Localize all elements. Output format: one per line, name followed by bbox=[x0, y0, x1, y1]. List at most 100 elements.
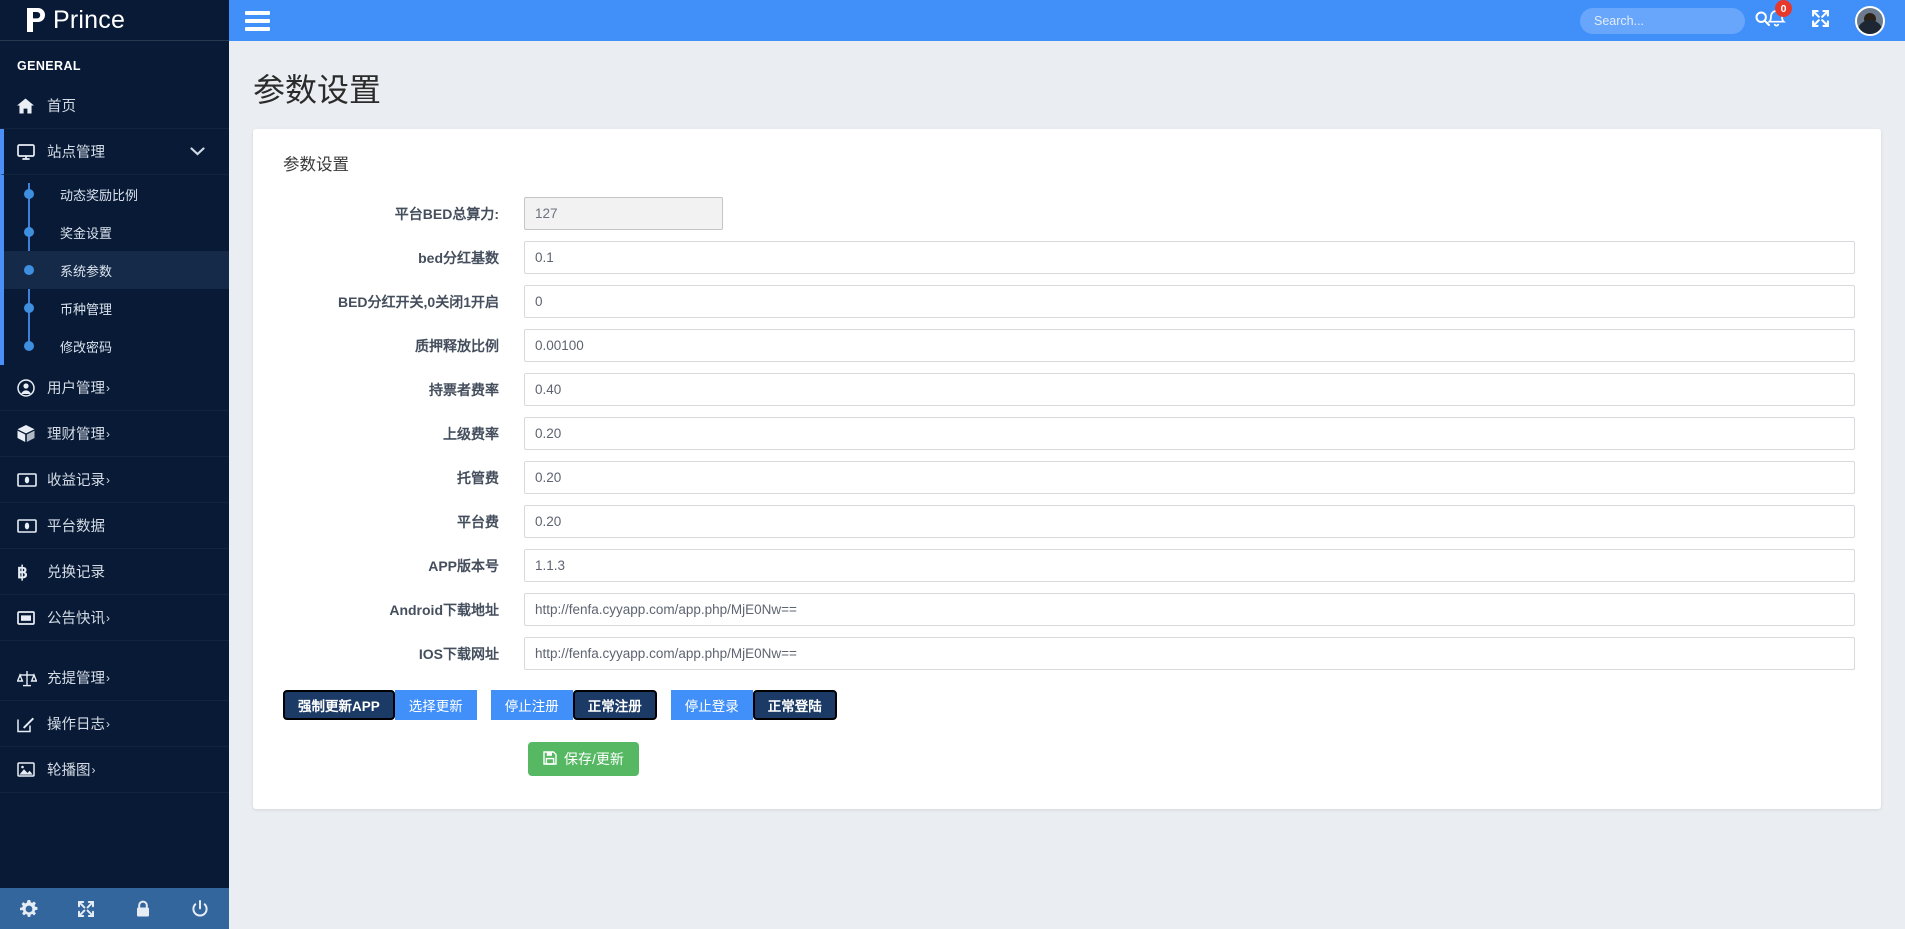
sidebar-item-user-management[interactable]: 用户管理 › bbox=[0, 365, 229, 411]
card-title: 参数设置 bbox=[279, 151, 1855, 175]
pledge-release-ratio-input[interactable] bbox=[524, 329, 1855, 362]
lock-icon[interactable] bbox=[115, 900, 172, 918]
search-box[interactable] bbox=[1580, 8, 1745, 34]
pencil-square-icon bbox=[17, 714, 43, 734]
app-version-input[interactable] bbox=[524, 549, 1855, 582]
home-icon bbox=[17, 96, 43, 116]
app-root: Prince GENERAL 首页 站点管理 动态奖励比例 bbox=[0, 0, 1905, 929]
avatar-body bbox=[1857, 20, 1883, 34]
field-label: IOS下载网址 bbox=[279, 644, 524, 664]
platform-fee-input[interactable] bbox=[524, 505, 1855, 538]
sidebar-item-deposit-withdraw[interactable]: 充提管理 › bbox=[0, 655, 229, 701]
sidebar-subitem-bonus-settings[interactable]: 奖金设置 bbox=[4, 213, 229, 251]
sidebar-item-label: 站点管理 bbox=[47, 141, 105, 162]
sidebar-subitem-currency-management[interactable]: 币种管理 bbox=[4, 289, 229, 327]
platform-bed-total-power-input[interactable] bbox=[524, 197, 723, 230]
settings-card: 参数设置 平台BED总算力: bed分红基数 BED分红开关,0关闭1开启 质押… bbox=[253, 129, 1881, 809]
sidebar-subitem-label: 动态奖励比例 bbox=[60, 185, 138, 204]
field-row: IOS下载网址 bbox=[279, 637, 1855, 670]
svg-text:฿: ฿ bbox=[17, 563, 28, 581]
field-label: 平台BED总算力: bbox=[279, 204, 524, 224]
chevron-right-icon: › bbox=[106, 717, 110, 731]
optional-update-button[interactable]: 选择更新 bbox=[395, 690, 477, 720]
field-row: 平台BED总算力: bbox=[279, 197, 1855, 230]
chevron-right-icon: › bbox=[106, 427, 110, 441]
banknote-icon bbox=[17, 470, 43, 490]
gear-icon[interactable] bbox=[0, 900, 57, 918]
power-icon[interactable] bbox=[172, 900, 229, 918]
force-update-app-button[interactable]: 强制更新APP bbox=[283, 690, 395, 720]
field-label: 平台费 bbox=[279, 512, 524, 532]
banknote-icon bbox=[17, 516, 43, 536]
monitor-icon bbox=[17, 142, 43, 162]
sidebar-item-label: 操作日志 bbox=[47, 713, 105, 734]
sidebar-subitem-label: 奖金设置 bbox=[60, 223, 112, 242]
sidebar-item-label: 充提管理 bbox=[47, 667, 105, 688]
sidebar-subitem-label: 系统参数 bbox=[60, 261, 112, 280]
field-label: Android下载地址 bbox=[279, 600, 524, 620]
prince-p-logo-icon bbox=[23, 6, 49, 34]
sidebar-item-carousel[interactable]: 轮播图 › bbox=[0, 747, 229, 793]
sidebar-footer bbox=[0, 888, 229, 929]
chevron-right-icon: › bbox=[106, 671, 110, 685]
sidebar-item-label: 首页 bbox=[47, 95, 76, 116]
field-row: 上级费率 bbox=[279, 417, 1855, 450]
sidebar-item-exchange-records[interactable]: ฿ 兑换记录 bbox=[0, 549, 229, 595]
field-row: APP版本号 bbox=[279, 549, 1855, 582]
sidebar: Prince GENERAL 首页 站点管理 动态奖励比例 bbox=[0, 0, 229, 929]
save-button-label: 保存/更新 bbox=[564, 749, 624, 769]
stop-login-button[interactable]: 停止登录 bbox=[671, 690, 753, 720]
registration-mode-group: 停止注册 正常注册 bbox=[491, 690, 657, 720]
chevron-right-icon: › bbox=[106, 473, 110, 487]
field-row: 托管费 bbox=[279, 461, 1855, 494]
user-circle-icon bbox=[17, 378, 43, 398]
brand[interactable]: Prince bbox=[0, 0, 229, 41]
expand-icon[interactable] bbox=[57, 900, 114, 918]
custody-fee-input[interactable] bbox=[524, 461, 1855, 494]
sidebar-item-income-records[interactable]: 收益记录 › bbox=[0, 457, 229, 503]
notification-badge: 0 bbox=[1775, 0, 1792, 17]
sidebar-item-label: 轮播图 bbox=[47, 759, 91, 780]
superior-rate-input[interactable] bbox=[524, 417, 1855, 450]
ios-download-url-input[interactable] bbox=[524, 637, 1855, 670]
window-icon bbox=[17, 608, 43, 628]
sidebar-item-label: 公告快讯 bbox=[47, 607, 105, 628]
chevron-down-icon bbox=[190, 144, 205, 160]
sidebar-item-operation-log[interactable]: 操作日志 › bbox=[0, 701, 229, 747]
field-row: bed分红基数 bbox=[279, 241, 1855, 274]
sidebar-subitem-dynamic-reward-ratio[interactable]: 动态奖励比例 bbox=[4, 175, 229, 213]
field-row: 质押释放比例 bbox=[279, 329, 1855, 362]
bitcoin-icon: ฿ bbox=[17, 562, 43, 582]
sidebar-item-site-management[interactable]: 站点管理 bbox=[0, 129, 229, 175]
ticket-holder-rate-input[interactable] bbox=[524, 373, 1855, 406]
android-download-url-input[interactable] bbox=[524, 593, 1855, 626]
field-row: 平台费 bbox=[279, 505, 1855, 538]
search-input[interactable] bbox=[1594, 14, 1755, 28]
sidebar-item-home[interactable]: 首页 bbox=[0, 83, 229, 129]
sidebar-item-label: 兑换记录 bbox=[47, 561, 105, 582]
normal-registration-button[interactable]: 正常注册 bbox=[573, 690, 657, 720]
field-label: bed分红基数 bbox=[279, 248, 524, 268]
field-label: APP版本号 bbox=[279, 556, 524, 576]
page-title: 参数设置 bbox=[229, 41, 1905, 129]
sidebar-subitem-change-password[interactable]: 修改密码 bbox=[4, 327, 229, 365]
sidebar-item-finance-management[interactable]: 理财管理 › bbox=[0, 411, 229, 457]
sidebar-subitem-system-parameters[interactable]: 系统参数 bbox=[4, 251, 229, 289]
sidebar-item-platform-data[interactable]: 平台数据 bbox=[0, 503, 229, 549]
fullscreen-button[interactable] bbox=[1811, 9, 1830, 33]
save-button[interactable]: 保存/更新 bbox=[528, 742, 639, 776]
hamburger-icon[interactable] bbox=[229, 11, 285, 31]
field-row: Android下载地址 bbox=[279, 593, 1855, 626]
topbar: 0 bbox=[229, 0, 1905, 41]
bed-dividend-base-input[interactable] bbox=[524, 241, 1855, 274]
chevron-right-icon: › bbox=[92, 763, 96, 777]
avatar[interactable] bbox=[1855, 6, 1885, 36]
sidebar-item-label: 平台数据 bbox=[47, 515, 105, 536]
notifications-button[interactable]: 0 bbox=[1767, 8, 1786, 33]
normal-login-button[interactable]: 正常登陆 bbox=[753, 690, 837, 720]
bed-dividend-switch-input[interactable] bbox=[524, 285, 1855, 318]
image-icon bbox=[17, 760, 43, 780]
sidebar-item-announcements[interactable]: 公告快讯 › bbox=[0, 595, 229, 641]
save-floppy-icon bbox=[543, 751, 557, 768]
stop-registration-button[interactable]: 停止注册 bbox=[491, 690, 573, 720]
